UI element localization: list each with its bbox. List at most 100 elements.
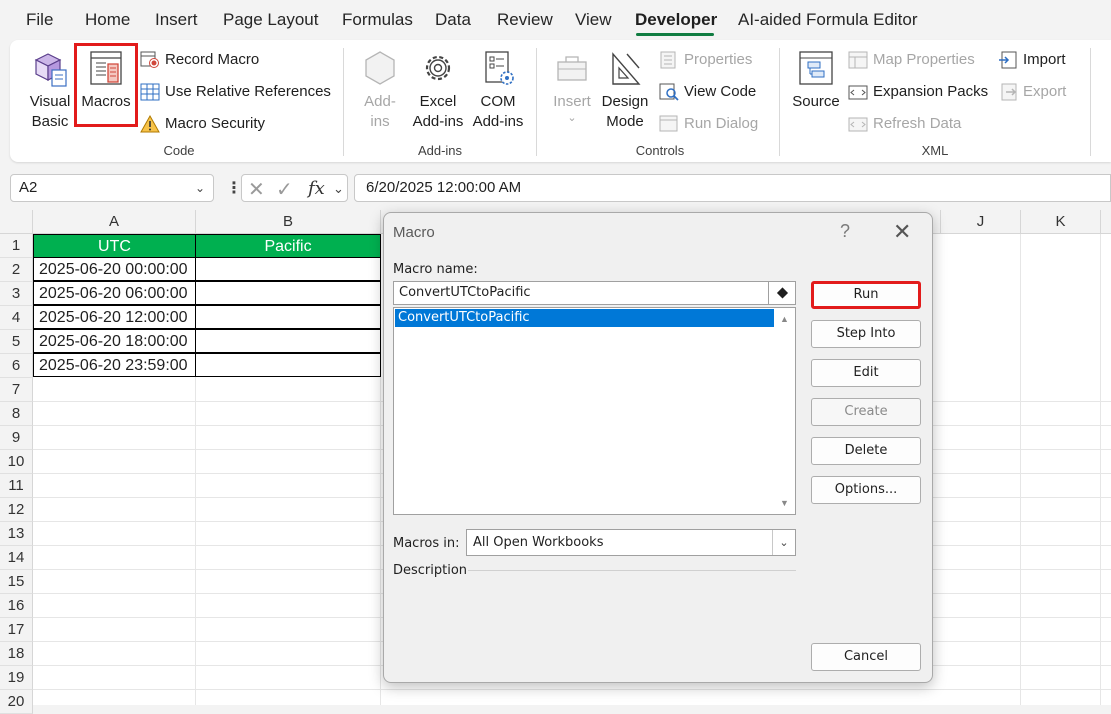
row-header[interactable]: 9 xyxy=(0,426,33,450)
scrollbar[interactable]: ▲ ▼ xyxy=(775,308,795,514)
group-label-addins: Add-ins xyxy=(417,143,463,158)
utc-cell[interactable]: 2025-06-20 00:00:00 xyxy=(33,257,196,281)
row-header[interactable]: 19 xyxy=(0,666,33,690)
enter-icon[interactable]: ✓ xyxy=(276,177,293,202)
chevron-down-icon[interactable]: ⌄ xyxy=(772,530,795,555)
tab-data[interactable]: Data xyxy=(435,10,471,30)
close-icon[interactable]: ✕ xyxy=(893,219,911,245)
tab-ai-formula-editor[interactable]: AI-aided Formula Editor xyxy=(738,10,918,30)
row-header[interactable]: 2 xyxy=(0,258,33,282)
design-mode-button[interactable]: Design Mode xyxy=(596,48,654,132)
column-header-k[interactable]: K xyxy=(1021,210,1101,234)
more-options-icon[interactable]: ⋮ xyxy=(226,178,242,198)
pacific-cell[interactable] xyxy=(195,281,381,305)
row-header[interactable]: 14 xyxy=(0,546,33,570)
tab-insert[interactable]: Insert xyxy=(155,10,198,30)
ribbon-separator xyxy=(1090,48,1091,156)
pacific-cell[interactable] xyxy=(195,305,381,329)
column-header-b[interactable]: B xyxy=(196,210,381,234)
visual-basic-button[interactable]: Visual Basic xyxy=(20,48,80,132)
row-header[interactable]: 15 xyxy=(0,570,33,594)
chevron-down-icon: ⌄ xyxy=(567,112,577,124)
row-header[interactable]: 6 xyxy=(0,354,33,378)
formula-input[interactable]: 6/20/2025 12:00:00 AM xyxy=(354,174,1111,202)
utc-cell[interactable]: 2025-06-20 06:00:00 xyxy=(33,281,196,305)
pacific-cell[interactable] xyxy=(195,353,381,377)
tab-developer[interactable]: Developer xyxy=(635,10,717,30)
chevron-down-icon[interactable]: ⌄ xyxy=(195,175,205,201)
row-header[interactable]: 12 xyxy=(0,498,33,522)
macros-in-select[interactable]: All Open Workbooks ⌄ xyxy=(466,529,796,556)
name-box[interactable]: A2 ⌄ xyxy=(10,174,214,202)
addins-button[interactable]: Add- ins xyxy=(355,48,405,132)
gridline xyxy=(1020,234,1021,705)
export-icon xyxy=(1001,83,1017,101)
list-item[interactable]: ConvertUTCtoPacific xyxy=(395,309,774,327)
pacific-cell[interactable] xyxy=(195,329,381,353)
row-header[interactable]: 10 xyxy=(0,450,33,474)
row-header[interactable]: 4 xyxy=(0,306,33,330)
macro-name-input[interactable]: ConvertUTCtoPacific xyxy=(393,281,796,305)
pacific-cell[interactable] xyxy=(195,257,381,281)
options-button[interactable]: Options... xyxy=(811,476,921,504)
row-header[interactable]: 13 xyxy=(0,522,33,546)
row-header[interactable]: 7 xyxy=(0,378,33,402)
insert-control-button[interactable]: Insert ⌄ xyxy=(547,48,597,124)
tab-review[interactable]: Review xyxy=(497,10,553,30)
tab-view[interactable]: View xyxy=(575,10,612,30)
row-header[interactable]: 20 xyxy=(0,690,33,714)
relative-references-icon xyxy=(140,83,160,101)
tab-page-layout[interactable]: Page Layout xyxy=(223,10,318,30)
header-cell-pacific[interactable]: Pacific xyxy=(195,234,381,258)
scroll-up-icon[interactable]: ▲ xyxy=(780,314,789,324)
cancel-icon[interactable]: ✕ xyxy=(248,177,265,202)
create-button[interactable]: Create xyxy=(811,398,921,426)
com-addins-label-2: Add-ins xyxy=(472,113,524,130)
edit-button[interactable]: Edit xyxy=(811,359,921,387)
addins-icon xyxy=(365,51,395,85)
run-button[interactable]: Run xyxy=(811,281,921,309)
row-header[interactable]: 16 xyxy=(0,594,33,618)
map-properties-label: Map Properties xyxy=(873,51,975,68)
insert-function-button[interactable]: fx xyxy=(308,178,325,199)
collapse-dialog-icon[interactable]: ⬥ xyxy=(768,281,796,305)
properties-label: Properties xyxy=(684,51,753,68)
header-cell-utc[interactable]: UTC xyxy=(33,234,196,258)
utc-cell[interactable]: 2025-06-20 12:00:00 xyxy=(33,305,196,329)
cancel-button[interactable]: Cancel xyxy=(811,643,921,671)
warning-icon xyxy=(140,115,160,133)
row-header[interactable]: 17 xyxy=(0,618,33,642)
ribbon: Visual Basic Macros Record Macro Use Rel… xyxy=(10,40,1111,162)
utc-cell[interactable]: 2025-06-20 23:59:00 xyxy=(33,353,196,377)
delete-button[interactable]: Delete xyxy=(811,437,921,465)
row-header[interactable]: 8 xyxy=(0,402,33,426)
step-into-button[interactable]: Step Into xyxy=(811,320,921,348)
excel-addins-button[interactable]: Excel Add-ins xyxy=(408,48,468,132)
com-addins-icon xyxy=(485,51,514,85)
com-addins-button[interactable]: COM Add-ins xyxy=(468,48,528,132)
source-button[interactable]: Source xyxy=(786,48,846,112)
ribbon-separator xyxy=(536,48,537,156)
macro-list[interactable]: ConvertUTCtoPacific ▲ ▼ xyxy=(393,307,796,515)
excel-addins-label-2: Add-ins xyxy=(412,113,464,130)
help-icon[interactable]: ? xyxy=(840,221,850,242)
active-tab-indicator xyxy=(636,33,714,36)
view-code-label: View Code xyxy=(684,83,757,100)
row-header[interactable]: 1 xyxy=(0,234,33,258)
row-header[interactable]: 5 xyxy=(0,330,33,354)
row-header[interactable]: 11 xyxy=(0,474,33,498)
row-header[interactable]: 3 xyxy=(0,282,33,306)
select-all-corner[interactable] xyxy=(0,210,33,234)
tab-home[interactable]: Home xyxy=(85,10,130,30)
macro-dialog: Macro ? ✕ Macro name: ConvertUTCtoPacifi… xyxy=(383,212,933,683)
import-icon xyxy=(999,51,1017,69)
column-header-a[interactable]: A xyxy=(33,210,196,234)
scroll-down-icon[interactable]: ▼ xyxy=(780,498,789,508)
column-header-l[interactable] xyxy=(1101,210,1111,234)
utc-cell[interactable]: 2025-06-20 18:00:00 xyxy=(33,329,196,353)
tab-file[interactable]: File xyxy=(26,10,53,30)
tab-formulas[interactable]: Formulas xyxy=(342,10,413,30)
chevron-down-icon[interactable]: ⌄ xyxy=(333,181,344,197)
column-header-j[interactable]: J xyxy=(941,210,1021,234)
row-header[interactable]: 18 xyxy=(0,642,33,666)
